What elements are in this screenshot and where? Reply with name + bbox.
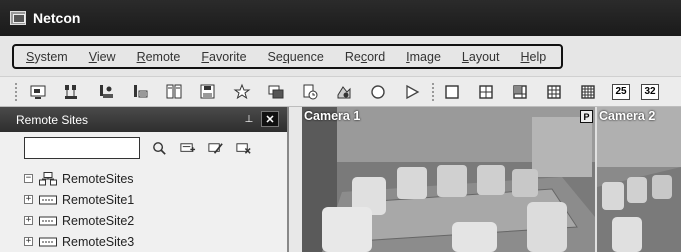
save-layout-icon[interactable] (198, 82, 218, 102)
menu-favorite[interactable]: Favorite (201, 50, 246, 64)
monitor-icon[interactable] (28, 82, 48, 102)
menu-help[interactable]: Help (520, 50, 546, 64)
app-icon (10, 11, 26, 25)
site-icon (39, 237, 57, 247)
menu-layout[interactable]: Layout (462, 50, 500, 64)
play-icon[interactable] (402, 82, 422, 102)
search-input[interactable] (24, 137, 140, 159)
tree-item[interactable]: + RemoteSite2 (24, 210, 287, 231)
expand-icon[interactable]: + (24, 195, 33, 204)
tree-root-label: RemoteSites (62, 171, 134, 186)
camera-2-label: Camera 2 (599, 109, 656, 123)
menu-image[interactable]: Image (406, 50, 441, 64)
tree-item[interactable]: + RemoteSite1 (24, 189, 287, 210)
tree-root[interactable]: − RemoteSites (24, 168, 287, 189)
layout-25-button[interactable]: 25 (612, 83, 630, 100)
remote-sites-panel: Remote Sites ⊥ ✕ − RemoteSites + RemoteS… (0, 107, 289, 252)
camera-1-label: Camera 1 (304, 109, 361, 123)
document-user-icon[interactable] (130, 82, 150, 102)
site-tree: − RemoteSites + RemoteSite1 + RemoteSite… (0, 164, 287, 252)
menu-bar: System View Remote Favorite Sequence Rec… (12, 44, 563, 69)
tree-item-label: RemoteSite3 (62, 234, 135, 249)
sequence-icon[interactable] (300, 82, 320, 102)
menu-record[interactable]: Record (345, 50, 385, 64)
camera-2-image (597, 107, 681, 252)
user-list-icon[interactable] (96, 82, 116, 102)
network-icon (39, 171, 57, 186)
snapshot-icon[interactable] (334, 82, 354, 102)
menu-view[interactable]: View (89, 50, 116, 64)
toolbar: 25 32 (0, 76, 681, 107)
edit-site-icon[interactable] (206, 139, 224, 157)
layout-3x3-icon[interactable] (544, 82, 564, 102)
menu-system[interactable]: System (26, 50, 68, 64)
close-icon[interactable]: ✕ (261, 111, 279, 127)
layout-4x4-icon[interactable] (578, 82, 598, 102)
expand-icon[interactable]: + (24, 237, 33, 246)
layout-2x2-icon[interactable] (476, 82, 496, 102)
camera-1-flag: P (580, 110, 593, 123)
toolbar-grip[interactable] (15, 82, 18, 101)
expand-icon[interactable]: + (24, 216, 33, 225)
record-icon[interactable] (368, 82, 388, 102)
layout-1x1-icon[interactable] (442, 82, 462, 102)
camera-view-1[interactable]: Camera 1 P (302, 107, 595, 252)
site-icon (39, 195, 57, 205)
camera-tree-icon[interactable] (62, 82, 82, 102)
toolbar-separator (432, 82, 434, 101)
delete-site-icon[interactable] (234, 139, 252, 157)
tree-item[interactable]: + RemoteSite3 (24, 231, 287, 252)
cascade-windows-icon[interactable] (266, 82, 286, 102)
camera-view-2[interactable]: Camera 2 (597, 107, 681, 252)
window-title: Netcon (33, 10, 81, 26)
menu-bar-area: System View Remote Favorite Sequence Rec… (0, 36, 681, 76)
add-site-icon[interactable] (178, 139, 196, 157)
tree-item-label: RemoteSite2 (62, 213, 135, 228)
site-icon (39, 216, 57, 226)
panel-header: Remote Sites ⊥ ✕ (0, 107, 287, 132)
splitter[interactable] (289, 107, 302, 252)
search-row (0, 132, 287, 164)
pin-icon[interactable]: ⊥ (240, 112, 258, 127)
layout-32-button[interactable]: 32 (641, 83, 659, 100)
layout-1plus5-icon[interactable] (510, 82, 530, 102)
search-icon[interactable] (150, 139, 168, 157)
split-view-icon[interactable] (164, 82, 184, 102)
menu-sequence[interactable]: Sequence (268, 50, 324, 64)
menu-remote[interactable]: Remote (137, 50, 181, 64)
tree-item-label: RemoteSite1 (62, 192, 135, 207)
collapse-icon[interactable]: − (24, 174, 33, 183)
title-bar: Netcon (0, 0, 681, 36)
camera-1-image (302, 107, 595, 252)
favorite-star-icon[interactable] (232, 82, 252, 102)
panel-title: Remote Sites (16, 112, 89, 127)
